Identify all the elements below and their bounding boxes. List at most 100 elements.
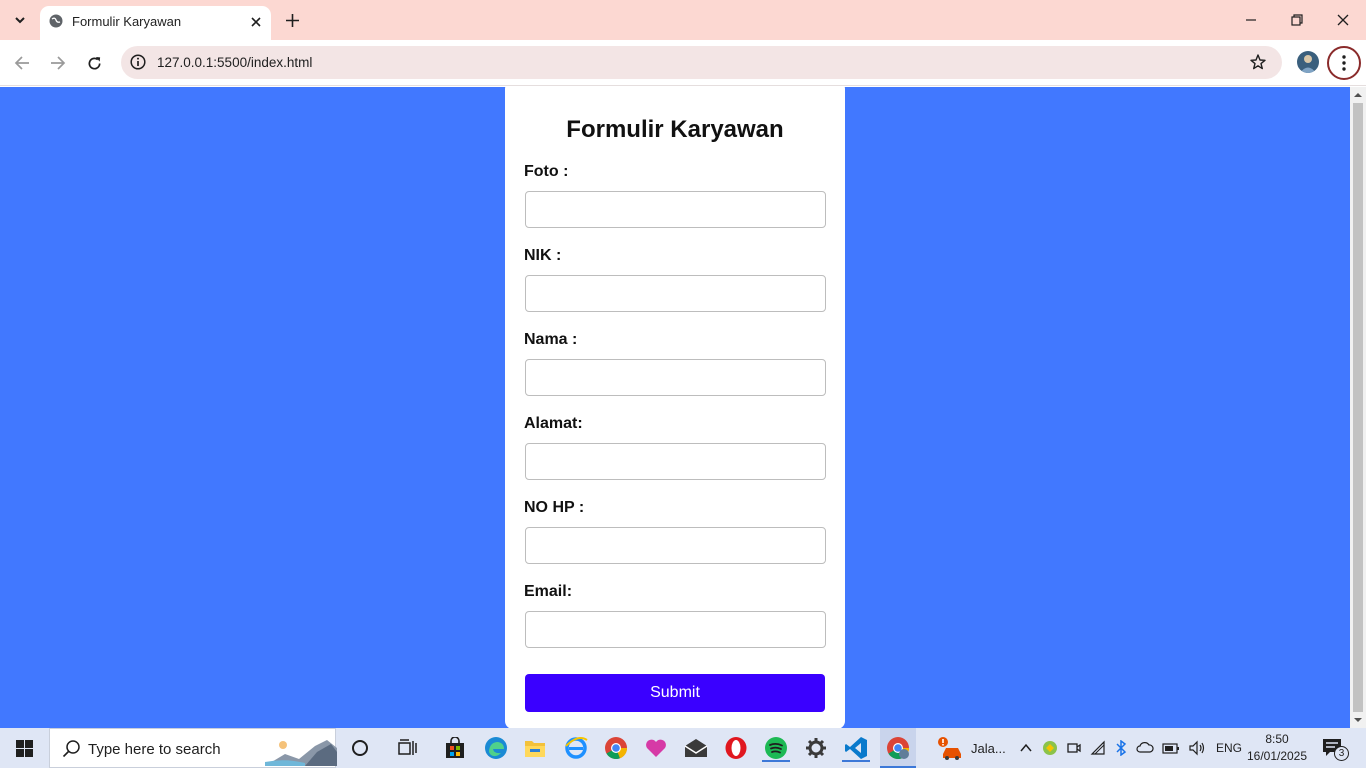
plus-icon <box>285 13 299 27</box>
search-highlight-illustration-icon <box>265 740 337 766</box>
taskbar-chrome-active[interactable] <box>880 728 916 768</box>
notification-count: 3 <box>1338 748 1345 759</box>
search-placeholder: Type here to search <box>88 741 221 758</box>
employee-form: Formulir Karyawan Foto : NIK : Nama : Al… <box>505 87 845 728</box>
tab-title: Formulir Karyawan <box>72 14 182 29</box>
cortana-circle-icon <box>352 740 368 756</box>
site-info-button[interactable] <box>129 53 147 71</box>
language-indicator[interactable]: ENG <box>1216 741 1242 755</box>
clock-date: 16/01/2025 <box>1246 749 1308 763</box>
foto-label: Foto : <box>524 163 569 180</box>
taskbar-vscode[interactable] <box>842 734 870 762</box>
green-app-tray-icon[interactable] <box>1042 740 1058 756</box>
close-window-button[interactable] <box>1333 10 1353 30</box>
taskbar-settings[interactable] <box>802 734 830 762</box>
no-hp-input[interactable] <box>525 527 826 564</box>
opera-icon <box>725 737 747 759</box>
nama-label: Nama : <box>524 331 578 348</box>
tab-search-button[interactable] <box>7 7 33 33</box>
back-button[interactable] <box>11 52 33 74</box>
taskbar-edge[interactable] <box>482 734 510 762</box>
alamat-input[interactable] <box>525 443 826 480</box>
taskbar-spotify[interactable] <box>762 734 790 762</box>
submit-button[interactable]: Submit <box>525 674 825 712</box>
taskbar-internet-explorer[interactable] <box>562 734 590 762</box>
scrollbar-thumb[interactable] <box>1353 103 1363 712</box>
task-view-icon <box>398 739 417 755</box>
tab-close-button[interactable] <box>247 13 265 31</box>
heart-icon <box>646 739 666 757</box>
browser-toolbar: 127.0.0.1:5500/index.html <box>0 40 1366 86</box>
scroll-down-arrow-icon[interactable] <box>1354 716 1362 724</box>
traffic-notification[interactable]: Jala... <box>937 728 1006 768</box>
restore-icon <box>1291 14 1303 26</box>
avatar-icon <box>1300 55 1316 73</box>
taskbar-store[interactable] <box>441 734 469 762</box>
task-view-button[interactable] <box>394 734 422 762</box>
windows-taskbar: Type here to search Jala... ENG 8:50 16/… <box>0 728 1366 768</box>
address-bar[interactable]: 127.0.0.1:5500/index.html <box>121 46 1282 79</box>
spotify-icon <box>765 737 787 759</box>
taskbar-opera[interactable] <box>722 734 750 762</box>
folder-icon <box>525 741 545 757</box>
onedrive-cloud-icon[interactable] <box>1136 740 1154 756</box>
email-input[interactable] <box>525 611 826 648</box>
profile-avatar[interactable] <box>1297 51 1319 73</box>
battery-icon[interactable] <box>1162 740 1180 756</box>
taskbar-mail[interactable] <box>682 734 710 762</box>
vscode-icon <box>845 737 867 759</box>
alamat-label: Alamat: <box>524 415 583 432</box>
chevron-up-icon[interactable] <box>1018 740 1034 756</box>
bluetooth-icon[interactable] <box>1114 740 1128 756</box>
forward-button[interactable] <box>47 52 69 74</box>
chrome-icon <box>605 737 628 760</box>
scroll-up-arrow-icon[interactable] <box>1354 91 1362 99</box>
arrow-right-icon <box>51 56 66 70</box>
foto-input[interactable] <box>525 191 826 228</box>
chrome-icon <box>887 737 910 760</box>
browser-menu-button[interactable] <box>1327 46 1361 80</box>
taskbar-file-explorer[interactable] <box>521 734 549 762</box>
active-indicator <box>762 760 790 762</box>
minimize-button[interactable] <box>1241 10 1261 30</box>
meet-now-icon[interactable] <box>1066 740 1082 756</box>
arrow-left-icon <box>14 56 29 70</box>
taskbar-clock[interactable]: 8:50 16/01/2025 <box>1246 731 1308 765</box>
taskbar-heart-app[interactable] <box>642 734 670 762</box>
reload-button[interactable] <box>83 52 105 74</box>
search-icon <box>62 740 80 758</box>
url-text[interactable]: 127.0.0.1:5500/index.html <box>157 55 312 70</box>
globe-icon <box>49 14 63 28</box>
page-viewport: Formulir Karyawan Foto : NIK : Nama : Al… <box>0 87 1350 728</box>
action-center-button[interactable]: 3 <box>1322 736 1349 761</box>
microsoft-store-icon <box>446 737 464 758</box>
edge-browser-icon <box>485 737 507 759</box>
bookmark-button[interactable] <box>1248 52 1268 72</box>
wifi-icon[interactable] <box>1090 740 1106 756</box>
browser-titlebar: Formulir Karyawan <box>0 0 1366 40</box>
minimize-icon <box>1246 19 1256 21</box>
gear-icon <box>806 738 826 758</box>
start-button[interactable] <box>0 728 48 768</box>
new-tab-button[interactable] <box>282 10 302 30</box>
taskbar-search-box[interactable]: Type here to search <box>49 728 337 768</box>
clock-time: 8:50 <box>1265 732 1289 746</box>
page-scrollbar[interactable] <box>1350 87 1366 728</box>
cortana-button[interactable] <box>346 734 374 762</box>
restore-button[interactable] <box>1287 10 1307 30</box>
nama-input[interactable] <box>525 359 826 396</box>
star-icon <box>1250 54 1266 70</box>
internet-explorer-icon <box>565 737 588 759</box>
tab-formulir-karyawan[interactable]: Formulir Karyawan <box>40 6 271 40</box>
traffic-label: Jala... <box>971 740 1006 756</box>
nik-label: NIK : <box>524 247 562 264</box>
form-title: Formulir Karyawan <box>566 116 784 143</box>
nik-input[interactable] <box>525 275 826 312</box>
active-indicator <box>842 760 870 762</box>
volume-icon[interactable] <box>1188 740 1206 756</box>
windows-logo-icon <box>15 739 33 757</box>
taskbar-chrome[interactable] <box>602 734 630 762</box>
no-hp-label: NO HP : <box>524 499 585 516</box>
info-icon <box>130 54 146 70</box>
close-icon <box>251 17 261 27</box>
